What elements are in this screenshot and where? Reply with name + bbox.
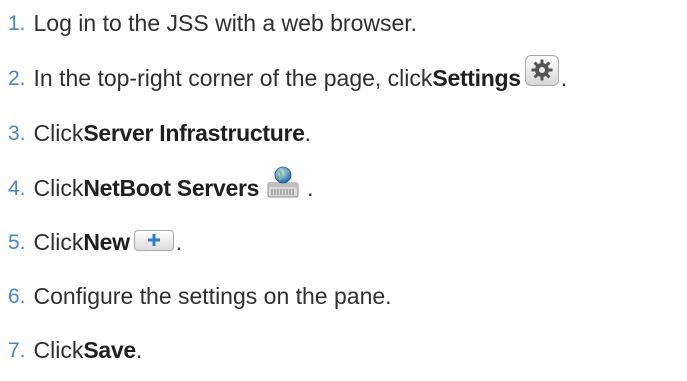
step-text: Click <box>33 336 84 363</box>
step-text: . <box>175 228 183 255</box>
step-text: Click <box>33 119 84 146</box>
step-6: 6. Configure the settings on the pane. <box>8 276 392 316</box>
step-text: Click <box>33 174 84 201</box>
save-label: Save <box>83 336 136 363</box>
step-text: Configure the settings on the pane. <box>33 282 392 309</box>
step-5: 5. Click New . <box>8 222 182 262</box>
step-text: In the top-right corner of the page, cli… <box>33 64 433 91</box>
settings-label: Settings <box>432 64 521 91</box>
settings-gear-icon <box>524 54 559 86</box>
step-text: Log in to the JSS with a web browser. <box>33 9 418 36</box>
netboot-servers-label: NetBoot Servers <box>83 174 260 201</box>
step-text: . <box>560 64 568 91</box>
step-number: 1. <box>8 11 26 35</box>
netboot-server-icon <box>265 164 301 200</box>
step-text: . <box>135 336 143 363</box>
step-7: 7. Click Save . <box>8 330 142 370</box>
step-text: . <box>307 174 314 201</box>
step-number: 2. <box>8 66 26 90</box>
step-1: 1. Log in to the JSS with a web browser. <box>8 3 417 43</box>
step-number: 6. <box>8 284 26 308</box>
plus-icon <box>133 229 174 251</box>
server-infrastructure-label: Server Infrastructure <box>83 119 305 146</box>
step-2: 2. In the top-right corner of the page, … <box>8 54 568 98</box>
new-label: New <box>83 228 130 255</box>
step-4: 4. Click NetBoot Servers . <box>8 166 314 208</box>
step-3: 3. Click Server Infrastructure . <box>8 113 311 153</box>
step-text: . <box>304 119 311 146</box>
step-number: 7. <box>8 338 26 362</box>
step-number: 3. <box>8 121 26 145</box>
step-text: Click <box>33 228 84 255</box>
step-number: 5. <box>8 230 26 254</box>
step-number: 4. <box>8 176 26 200</box>
